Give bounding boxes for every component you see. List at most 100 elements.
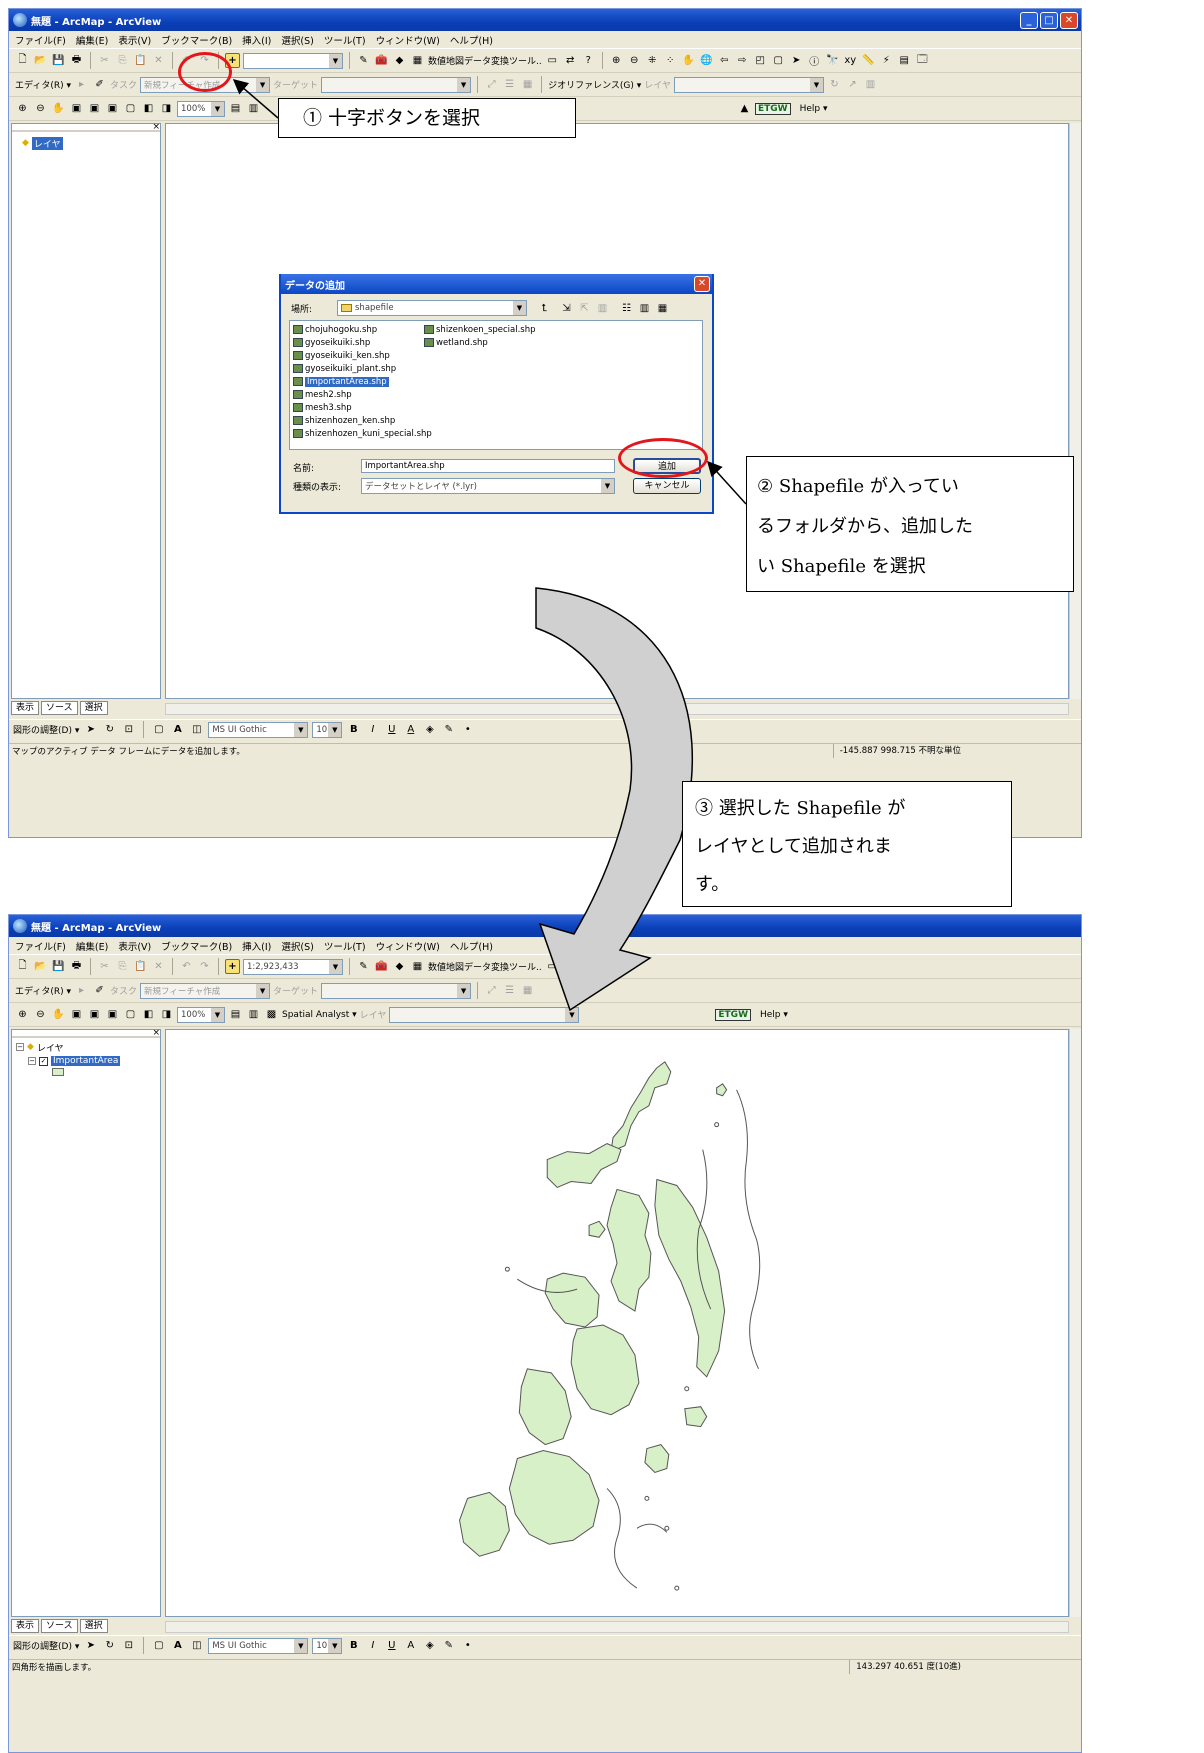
connect-folder-icon[interactable]: ⇲ — [559, 301, 574, 316]
spatial-analyst-icon[interactable]: ▩ — [264, 1007, 279, 1022]
fill-color-icon[interactable]: ◈ — [422, 1638, 437, 1653]
help-menu[interactable]: Help ▾ — [800, 104, 828, 114]
hyperlink-icon[interactable]: ⚡ — [879, 53, 894, 68]
task-combo[interactable]: 新規フィーチャ作成 — [140, 982, 271, 999]
table-icon[interactable]: ▥ — [863, 77, 878, 92]
close-button[interactable]: ✕ — [1060, 11, 1078, 29]
layout-pan-icon[interactable]: ✋ — [51, 1007, 66, 1022]
arctoolbox-icon[interactable]: 🧰 — [374, 959, 389, 974]
layout-pan-icon[interactable]: ✋ — [51, 101, 66, 116]
whats-this-icon[interactable]: ? — [581, 53, 596, 68]
collapse-icon[interactable]: − — [16, 1043, 24, 1051]
editor-menu[interactable]: エディタ(R) ▾ — [15, 78, 71, 91]
menu-insert[interactable]: 挿入(I) — [242, 939, 271, 953]
font-color-icon[interactable]: A — [403, 1638, 418, 1653]
line-color-icon[interactable]: ✎ — [441, 722, 456, 737]
new-text-icon[interactable]: A — [170, 722, 185, 737]
copy-icon[interactable]: ⎘ — [115, 53, 130, 68]
tab-source[interactable]: ソース — [41, 1619, 78, 1633]
spatial-analyst-menu[interactable]: Spatial Analyst ▾ — [282, 1010, 357, 1020]
menu-selection[interactable]: 選択(S) — [281, 33, 313, 47]
georef-layer-combo[interactable] — [674, 76, 824, 93]
etgw-button[interactable]: ETGW — [755, 102, 791, 115]
save-icon[interactable]: 💾 — [51, 53, 66, 68]
sketch-properties-icon[interactable]: ⤢ — [484, 77, 499, 92]
new-icon[interactable]: 🗋 — [15, 53, 30, 68]
vertical-scrollbar[interactable] — [1069, 123, 1081, 699]
data-convert-tool[interactable]: 数値地図データ変換ツール.. — [428, 54, 542, 67]
collapse-icon[interactable]: − — [28, 1057, 36, 1065]
back-extent-icon[interactable]: ◧ — [141, 101, 156, 116]
pan-icon[interactable]: ✋ — [681, 53, 696, 68]
arctoolbox-icon[interactable]: 🧰 — [374, 53, 389, 68]
list-item[interactable]: chojuhogoku.shp — [293, 323, 377, 336]
sketch-properties-icon[interactable]: ⤢ — [484, 983, 499, 998]
menu-window[interactable]: ウィンドウ(W) — [376, 939, 440, 953]
list-item[interactable]: shizenhozen_kuni_special.shp — [293, 427, 432, 440]
menu-selection[interactable]: 選択(S) — [281, 939, 313, 953]
font-size-combo[interactable]: 10 — [312, 721, 343, 738]
georeferencing-menu[interactable]: ジオリファレンス(G) ▾ — [548, 78, 641, 91]
edit-tool-icon[interactable]: ▸ — [74, 983, 89, 998]
add-data-icon[interactable]: + — [225, 959, 240, 974]
zoom-combo[interactable]: 100% — [177, 1006, 225, 1023]
toc-layer-root[interactable]: − ◆ レイヤ — [12, 1040, 160, 1054]
menu-window[interactable]: ウィンドウ(W) — [376, 33, 440, 47]
editor-menu[interactable]: エディタ(R) ▾ — [15, 984, 71, 997]
cut-icon[interactable]: ✂ — [97, 53, 112, 68]
editor-toolbar-icon[interactable]: ✎ — [356, 959, 371, 974]
goto-xy-icon[interactable]: xy — [843, 53, 858, 68]
menu-tools[interactable]: ツール(T) — [324, 33, 366, 47]
clear-selection-icon[interactable]: ▢ — [771, 53, 786, 68]
toggle-draft-icon[interactable]: ▤ — [228, 1007, 243, 1022]
map-scale-combo[interactable]: 1:2,923,433 — [243, 958, 343, 975]
window-icon[interactable]: ▭ — [545, 959, 560, 974]
redo-icon[interactable]: ↷ — [197, 959, 212, 974]
new-text-icon[interactable]: A — [170, 1638, 185, 1653]
etgw-button[interactable]: ETGW — [715, 1008, 751, 1021]
menu-tools[interactable]: ツール(T) — [324, 939, 366, 953]
details-view-icon[interactable]: ▥ — [637, 301, 652, 316]
list-item[interactable]: gyoseikuiki_ken.shp — [293, 349, 390, 362]
layout-zoom-out-icon[interactable]: ⊖ — [33, 1007, 48, 1022]
select-elements-icon[interactable]: ➤ — [83, 722, 98, 737]
fixed-zoom-in-icon[interactable]: ⁜ — [645, 53, 660, 68]
zoom-to-selected-icon[interactable]: ⊡ — [121, 1638, 136, 1653]
editor-toolbar-icon[interactable]: ✎ — [356, 53, 371, 68]
delete-icon[interactable]: ✕ — [151, 53, 166, 68]
menu-edit[interactable]: 編集(E) — [76, 939, 108, 953]
drawing-adjust-menu[interactable]: 図形の調整(D) ▾ — [13, 723, 79, 736]
italic-button[interactable]: I — [365, 722, 380, 737]
zoom-to-selected-icon[interactable]: ⊡ — [121, 722, 136, 737]
spatial-layer-combo[interactable] — [389, 1006, 580, 1023]
location-combo[interactable]: shapefile — [337, 300, 527, 316]
rotate-icon[interactable]: ↻ — [827, 77, 842, 92]
menu-file[interactable]: ファイル(F) — [15, 33, 66, 47]
rectangle-icon[interactable]: ▢ — [151, 722, 166, 737]
arrow-icon[interactable]: ⇄ — [563, 53, 578, 68]
data-convert-tool[interactable]: 数値地図データ変換ツール.. — [428, 960, 542, 973]
page-icon[interactable]: ▢ — [123, 101, 138, 116]
tab-selection[interactable]: 選択 — [79, 1619, 108, 1633]
line-color-icon[interactable]: ✎ — [441, 1638, 456, 1653]
open-icon[interactable]: 📂 — [33, 53, 48, 68]
attributes-icon[interactable]: ☰ — [502, 983, 517, 998]
zoom-whole-page-icon[interactable]: ▣ — [69, 1007, 84, 1022]
tab-display[interactable]: 表示 — [11, 701, 40, 715]
bold-button[interactable]: B — [346, 1638, 361, 1653]
font-combo[interactable]: MS UI Gothic — [208, 721, 309, 738]
list-item[interactable]: mesh2.shp — [293, 388, 352, 401]
layer-icon[interactable]: ▦ — [410, 959, 425, 974]
print-icon[interactable]: 🖶 — [69, 53, 84, 68]
undo-icon[interactable]: ↶ — [179, 959, 194, 974]
focus-frame-icon[interactable]: ▥ — [246, 101, 261, 116]
fixed-zoom-icon[interactable]: ▣ — [87, 1007, 102, 1022]
zoom-combo[interactable]: 100% — [177, 100, 225, 117]
target-combo[interactable] — [321, 76, 472, 93]
paste-icon[interactable]: 📋 — [133, 53, 148, 68]
splined-text-icon[interactable]: ◫ — [189, 722, 204, 737]
measure-icon[interactable]: 📏 — [861, 53, 876, 68]
list-item[interactable]: gyoseikuiki.shp — [293, 336, 370, 349]
layout-zoom-out-icon[interactable]: ⊖ — [33, 101, 48, 116]
edit-tool-icon[interactable]: ▸ — [74, 77, 89, 92]
